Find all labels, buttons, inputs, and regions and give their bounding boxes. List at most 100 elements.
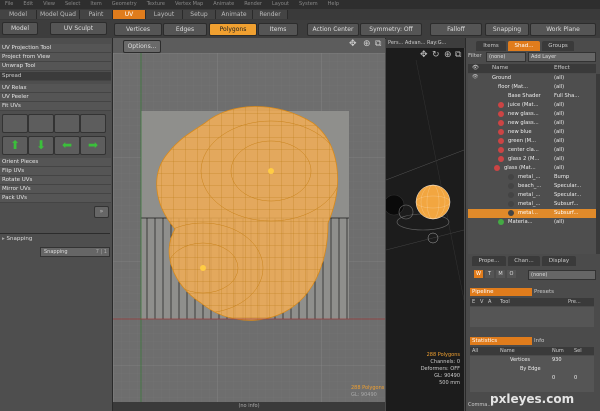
arrow-up-icon[interactable]: ⬆ <box>2 136 28 155</box>
tree-row[interactable]: center cla... (all) <box>468 146 596 155</box>
statistics-tab[interactable]: Statistics <box>470 337 532 345</box>
tree-row-selected[interactable]: metal... Subsurf... <box>468 209 596 218</box>
tree-row[interactable]: Base Shader Full Sha... <box>468 92 596 101</box>
menu-render[interactable]: Render <box>244 1 262 7</box>
tree-row[interactable]: beach_... Specular... <box>468 182 596 191</box>
tree-scrollbar[interactable] <box>596 74 600 254</box>
tab-properties[interactable]: Prope... <box>472 256 506 266</box>
stat-row[interactable]: 00 <box>470 375 594 383</box>
snapping-button[interactable]: Snapping <box>485 23 529 36</box>
tab-items[interactable]: Items <box>476 41 506 51</box>
menu-layout[interactable]: Layout <box>272 1 289 7</box>
w-button[interactable]: W <box>474 270 483 278</box>
maximize-view-icon[interactable]: ⧉ <box>375 39 381 49</box>
info-tab[interactable]: Info <box>534 337 574 345</box>
eye-icon[interactable]: 👁 <box>472 74 478 80</box>
tab-paint[interactable]: Paint <box>80 10 113 19</box>
command-field[interactable]: Comma... <box>468 402 492 408</box>
tree-row[interactable]: new glass... (all) <box>468 110 596 119</box>
work-plane-dropdown[interactable]: Work Plane <box>530 23 596 36</box>
pipeline-list[interactable] <box>470 307 594 327</box>
falloff-dropdown[interactable]: Falloff <box>430 23 482 36</box>
tab-channels[interactable]: Chan... <box>508 256 540 266</box>
pack-uvs[interactable]: Pack UVs <box>0 194 111 203</box>
items-button[interactable]: Items <box>258 23 298 36</box>
spread-section[interactable]: Spread <box>0 72 111 81</box>
project-from-view[interactable]: Project from View <box>0 53 111 62</box>
menu-edit[interactable]: Edit <box>23 1 33 7</box>
menu-texture[interactable]: Texture <box>147 1 165 7</box>
uv-peeler[interactable]: UV Peeler <box>0 93 111 102</box>
tree-row[interactable]: metal_... Bump <box>468 173 596 182</box>
move-3d-icon[interactable]: ✥ <box>420 50 428 60</box>
symmetry-dropdown[interactable]: Symmetry: Off <box>360 23 422 36</box>
t-button[interactable]: T <box>485 270 494 278</box>
tab-display[interactable]: Display <box>542 256 576 266</box>
tab-model-quad[interactable]: Model Quad <box>37 10 80 19</box>
tree-row[interactable]: green (M... (all) <box>468 137 596 146</box>
tree-row[interactable]: Materia... (all) <box>468 218 596 227</box>
tree-row[interactable]: new blue (all) <box>468 128 596 137</box>
polygons-button[interactable]: Polygons <box>209 23 257 36</box>
stat-row[interactable]: Vertices 930 <box>470 357 594 365</box>
model-button[interactable]: Model <box>2 22 38 35</box>
arrow-left-icon[interactable]: ⬅ <box>54 136 80 155</box>
snapping-field[interactable]: Snapping 7 | 1 <box>40 247 110 257</box>
menu-item[interactable]: Item <box>90 1 101 7</box>
tab-uv[interactable]: UV <box>113 10 146 19</box>
tree-row[interactable]: glass 2 (M... (all) <box>468 155 596 164</box>
stat-row[interactable]: By Edge <box>470 366 594 374</box>
tree-row[interactable]: new glass... (all) <box>468 119 596 128</box>
presets-tab[interactable]: Presets <box>534 288 574 296</box>
move-view-icon[interactable]: ✥ <box>349 39 357 49</box>
uv-projection-tool[interactable]: UV Projection Tool <box>0 44 111 53</box>
o-button[interactable]: O <box>507 270 516 278</box>
tab-shader-tree[interactable]: Shad... <box>508 41 540 51</box>
tree-row[interactable]: floor (Mat... (all) <box>468 83 596 92</box>
edges-button[interactable]: Edges <box>163 23 207 36</box>
menu-file[interactable]: File <box>5 1 13 7</box>
cube-uv-icon[interactable] <box>80 114 106 133</box>
expand-panel-icon[interactable]: » <box>94 206 109 218</box>
move-uv-icon[interactable] <box>54 114 80 133</box>
menu-system[interactable]: System <box>299 1 318 7</box>
col-effect[interactable]: Effect <box>554 64 570 73</box>
vertices-button[interactable]: Vertices <box>114 23 162 36</box>
maximize-3d-icon[interactable]: ⧉ <box>455 50 461 60</box>
arrow-right-icon[interactable]: ➡ <box>80 136 106 155</box>
tree-row[interactable]: glass (Mat... (all) <box>468 164 596 173</box>
orient-pieces[interactable]: Orient Pieces <box>0 158 111 167</box>
action-center-dropdown[interactable]: Action Center <box>307 23 359 36</box>
mirror-uvs[interactable]: Mirror UVs <box>0 185 111 194</box>
zoom-view-icon[interactable]: ⊕ <box>363 39 371 49</box>
menu-geometry[interactable]: Geometry <box>112 1 137 7</box>
tree-row[interactable]: metal_... Subsurf... <box>468 200 596 209</box>
zoom-3d-icon[interactable]: ⊕ <box>444 50 452 60</box>
filter-dropdown[interactable]: (none) <box>486 52 526 62</box>
fit-uvs[interactable]: Fit UVs <box>0 102 111 111</box>
rotate-3d-icon[interactable]: ↻ <box>432 50 440 60</box>
uv-relax[interactable]: UV Relax <box>0 84 111 93</box>
perspective-view-header[interactable]: Pers... Advan... Ray:G... <box>386 38 466 48</box>
add-layer-dropdown[interactable]: Add Layer <box>528 52 596 62</box>
unwrap-tool[interactable]: Unwrap Tool <box>0 62 111 71</box>
uv-sculpt-button[interactable]: UV Sculpt <box>50 22 107 35</box>
tab-animate[interactable]: Animate <box>216 10 253 19</box>
options-button[interactable]: Options... <box>123 40 161 53</box>
menu-help[interactable]: Help <box>328 1 339 7</box>
m-button[interactable]: M <box>496 270 505 278</box>
pipeline-tab[interactable]: Pipeline <box>470 288 532 296</box>
stamp-uv-icon[interactable] <box>28 114 54 133</box>
tab-model[interactable]: Model <box>0 10 37 19</box>
rotate-uvs[interactable]: Rotate UVs <box>0 176 111 185</box>
tab-setup[interactable]: Setup <box>183 10 216 19</box>
tab-groups[interactable]: Groups <box>542 41 574 51</box>
tab-layout[interactable]: Layout <box>146 10 183 19</box>
tree-row[interactable]: metal_... Specular... <box>468 191 596 200</box>
arrow-down-icon[interactable]: ⬇ <box>28 136 54 155</box>
menu-select[interactable]: Select <box>65 1 80 7</box>
wtmo-dropdown[interactable]: (none) <box>528 270 596 280</box>
tree-row[interactable]: juice (Mat... (all) <box>468 101 596 110</box>
flip-uvs[interactable]: Flip UVs <box>0 167 111 176</box>
menu-animate[interactable]: Animate <box>213 1 234 7</box>
